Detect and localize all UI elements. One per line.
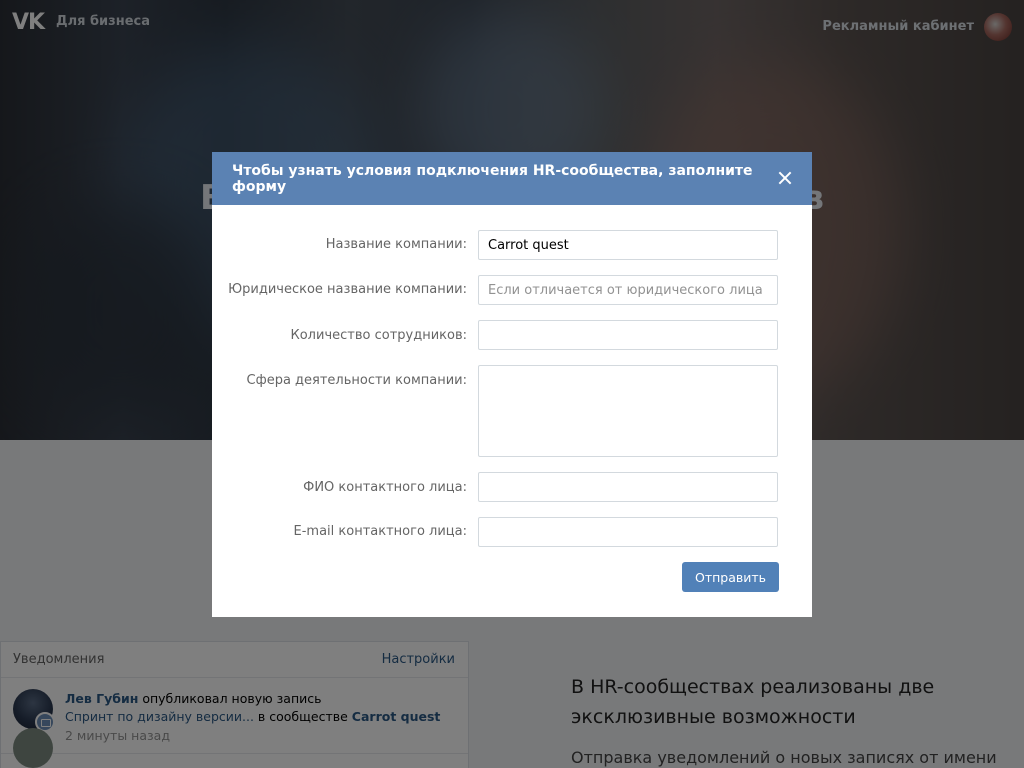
- employees-input[interactable]: [478, 320, 778, 350]
- sphere-label: Сфера деятельности компании:: [246, 373, 468, 388]
- submit-button[interactable]: Отправить: [682, 562, 779, 592]
- company-name-label: Название компании:: [325, 237, 467, 252]
- contact-email-input[interactable]: [478, 517, 778, 547]
- sphere-textarea[interactable]: [478, 365, 778, 457]
- close-icon[interactable]: [776, 169, 794, 187]
- modal-title: Чтобы узнать условия подключения HR-сооб…: [232, 162, 753, 195]
- hr-form-modal: Чтобы узнать условия подключения HR-сооб…: [212, 152, 812, 617]
- modal-header: Чтобы узнать условия подключения HR-сооб…: [212, 152, 812, 205]
- contact-name-label: ФИО контактного лица:: [303, 480, 467, 495]
- legal-name-input[interactable]: [478, 275, 778, 305]
- contact-email-label: E-mail контактного лица:: [293, 524, 467, 539]
- legal-name-label: Юридическое название компании:: [228, 282, 467, 297]
- contact-name-input[interactable]: [478, 472, 778, 502]
- employees-label: Количество сотрудников:: [290, 328, 468, 343]
- company-name-input[interactable]: [478, 230, 778, 260]
